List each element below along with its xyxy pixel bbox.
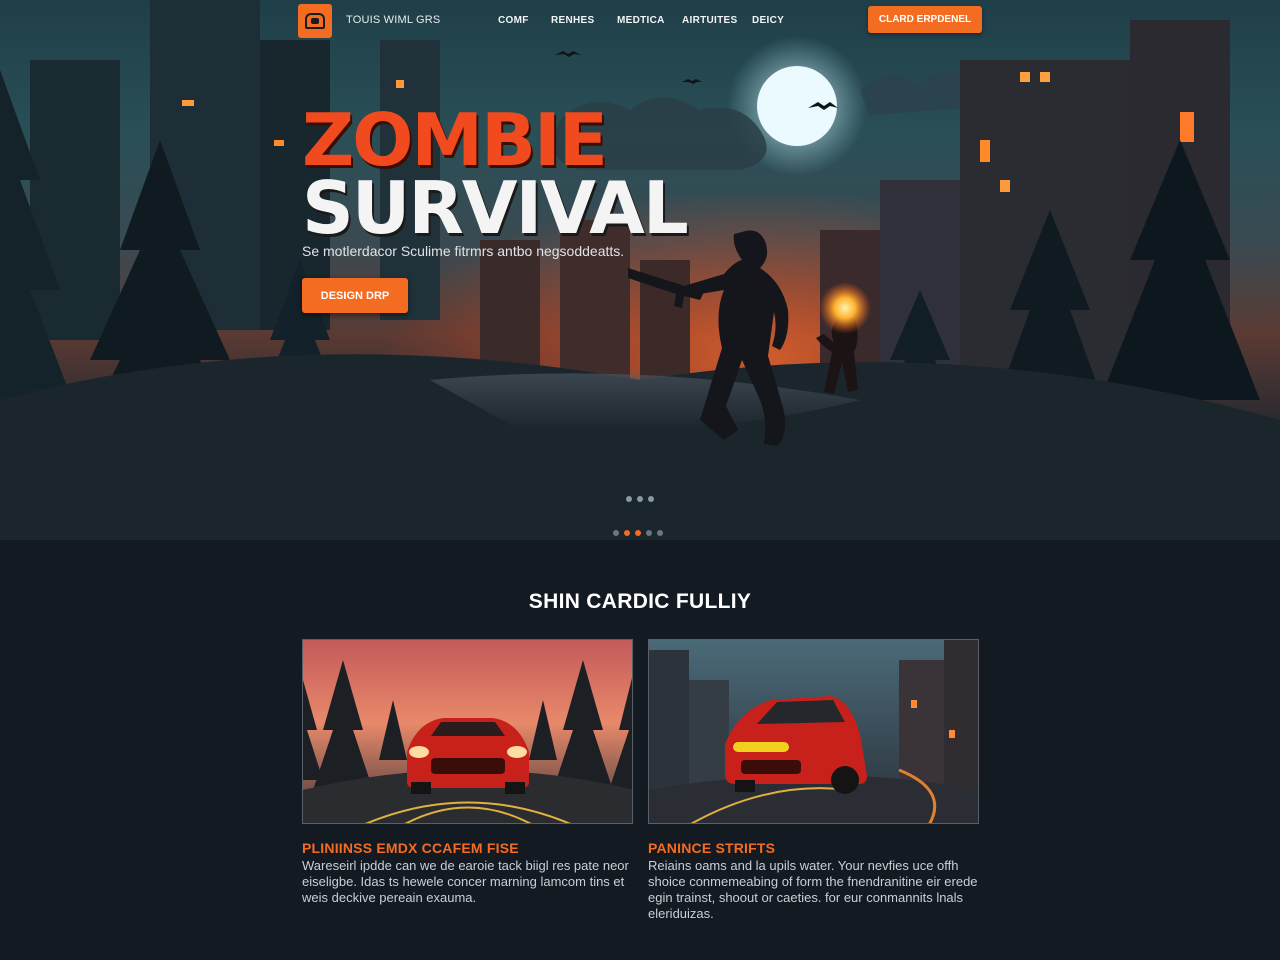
carousel-dot-active[interactable]: [635, 530, 641, 536]
hero-banner: TOUIS WIML GRS COMF RENHES MEDTICA AIRTU…: [0, 0, 1280, 540]
hero-tagline: Se motlerdacor Sculime fitrmrs antbo neg…: [302, 243, 625, 259]
carousel-dot[interactable]: [648, 496, 654, 502]
top-nav: TOUIS WIML GRS COMF RENHES MEDTICA AIRTU…: [0, 0, 1280, 42]
feature-card-1-image[interactable]: [302, 639, 633, 824]
features-heading: SHIN CARDIC FULLIY: [528, 590, 752, 613]
carousel-dot[interactable]: [646, 530, 652, 536]
hero-title-line2: SURVIVAL: [302, 166, 689, 250]
car-city-illustration: [649, 640, 978, 823]
brand-name[interactable]: TOUIS WIML GRS: [346, 14, 440, 26]
feature-card-2-title[interactable]: PANINCE STRIFTS: [648, 840, 775, 856]
car-forest-illustration: [303, 640, 632, 823]
upper-carousel-dots: [626, 496, 654, 502]
carousel-dot[interactable]: [626, 496, 632, 502]
feature-card-2-image[interactable]: [648, 639, 979, 824]
hero-cta-button[interactable]: DESIGN DRP: [302, 278, 408, 313]
nav-link-airtuites[interactable]: AIRTUITES: [682, 15, 737, 26]
nav-link-renhes[interactable]: RENHES: [551, 15, 594, 26]
carousel-dot-active[interactable]: [624, 530, 630, 536]
carousel-dot[interactable]: [613, 530, 619, 536]
hero-illustration: [0, 0, 1280, 540]
nav-cta-button[interactable]: CLARD ERPDENEL: [868, 6, 982, 33]
nav-link-deicy[interactable]: DEICY: [752, 15, 784, 26]
nav-link-medtica[interactable]: MEDTICA: [617, 15, 665, 26]
feature-card-2-text: Reiains oams and la upils water. Your ne…: [648, 858, 978, 921]
logo-icon[interactable]: [298, 4, 332, 38]
carousel-dot[interactable]: [657, 530, 663, 536]
feature-card-1-title[interactable]: PLINIINSS EMDX CCAFEM FISE: [302, 840, 519, 856]
feature-card-1-text: Wareseirl ipdde can we de earoie tack bi…: [302, 858, 629, 905]
carousel-dot[interactable]: [637, 496, 643, 502]
nav-link-comf[interactable]: COMF: [498, 15, 529, 26]
hero-carousel-dots: [613, 530, 663, 536]
